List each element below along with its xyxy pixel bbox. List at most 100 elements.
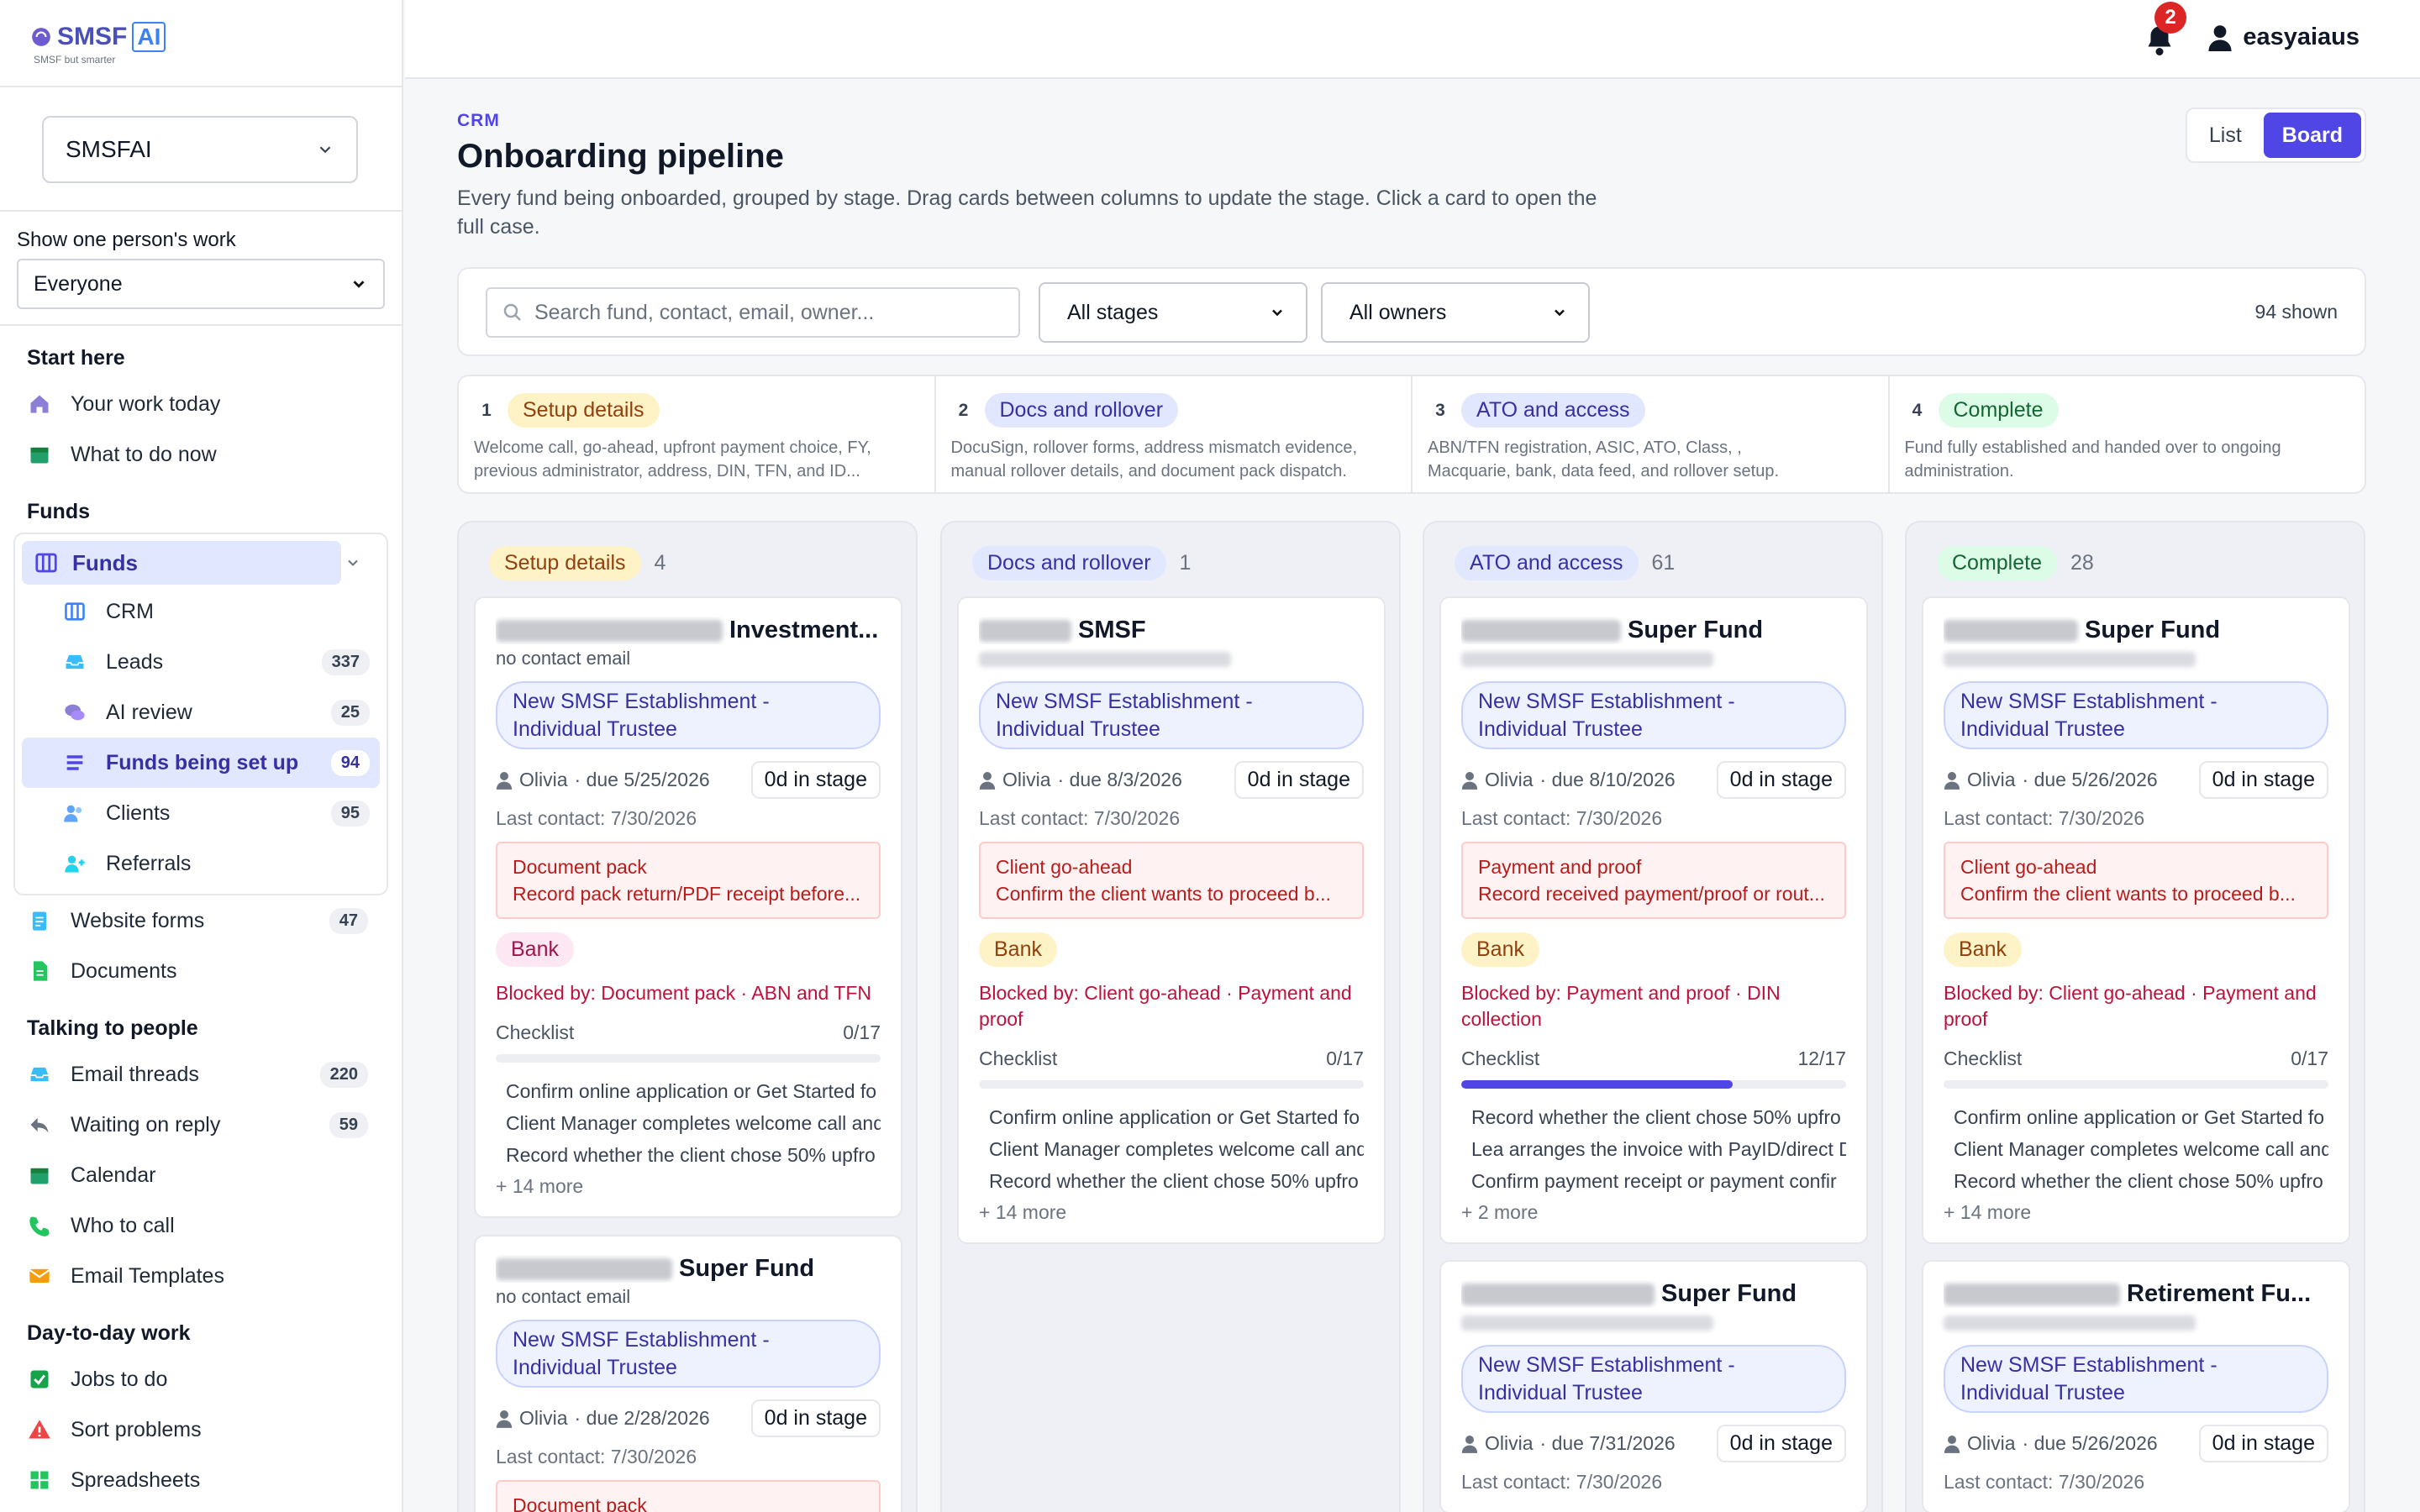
chevron-down-icon[interactable] xyxy=(345,554,361,571)
bank-tag: Bank xyxy=(1944,932,2022,968)
fund-card[interactable]: Super Fund New SMSF Establishment - Indiv… xyxy=(1439,596,1868,1245)
checklist-item: Client Manager completes welcome call an… xyxy=(506,1112,881,1135)
checklist-items: Confirm online application or Get Starte… xyxy=(496,1076,881,1172)
checklist-item: Confirm online application or Get Starte… xyxy=(1954,1106,2325,1129)
sidebar-item-spreadsheets[interactable]: Spreadsheets xyxy=(0,1455,402,1505)
sidebar-item-calendar[interactable]: Calendar xyxy=(0,1150,402,1200)
sidebar-icon xyxy=(27,1367,52,1392)
checklist-item: Record whether the client chose 50% upfr… xyxy=(1471,1106,1841,1129)
search-input[interactable]: Search fund, contact, email, owner... xyxy=(486,287,1020,338)
user-icon xyxy=(496,771,513,790)
alert-title: Document pack xyxy=(513,1494,647,1512)
card-title-text: Investment... xyxy=(729,617,879,643)
checklist-more[interactable]: + 2 more xyxy=(1461,1201,1846,1224)
sidebar-item-who-to-call[interactable]: Who to call xyxy=(0,1200,402,1251)
view-board-button[interactable]: Board xyxy=(2263,113,2361,158)
service-badge: New SMSF Establishment - Individual Trus… xyxy=(979,681,1364,749)
reply-icon xyxy=(30,1117,49,1133)
sidebar-icon xyxy=(27,1062,52,1087)
checklist-more[interactable]: + 14 more xyxy=(496,1175,881,1198)
stage-description: Fund fully established and handed over t… xyxy=(1904,438,2281,457)
days-in-stage: 0d in stage xyxy=(1234,761,1364,799)
stage-pill: Setup details xyxy=(508,393,660,428)
sidebar-item-clients[interactable]: Clients 95 xyxy=(22,788,380,838)
checklist-label: Checklist xyxy=(979,1047,1058,1070)
sidebar-item-waiting-on-reply[interactable]: Waiting on reply 59 xyxy=(0,1100,402,1150)
fund-card[interactable]: Retirement Fu... New SMSF Establishment -… xyxy=(1922,1260,2350,1512)
topbar: 2 easyaiaus xyxy=(405,0,2420,79)
person-select[interactable]: Everyone xyxy=(17,259,385,309)
owner-filter-select[interactable]: All owners xyxy=(1321,282,1590,343)
sidebar-item-label: Spreadsheets xyxy=(71,1467,201,1492)
sidebar-icon xyxy=(62,801,87,826)
breadcrumb[interactable]: CRM xyxy=(457,111,500,131)
count-badge: 337 xyxy=(321,648,370,675)
card-title-text: Retirement Fu... xyxy=(2127,1280,2312,1307)
card-owner: Olivia xyxy=(519,769,568,790)
user-icon xyxy=(1461,1435,1478,1453)
user-icon xyxy=(979,771,996,790)
sidebar-item-email-templates[interactable]: Email Templates xyxy=(0,1251,402,1301)
checklist-items: Confirm online application or Get Starte… xyxy=(1944,1102,2328,1198)
sidebar-item-documents[interactable]: Documents xyxy=(0,946,402,996)
nav-group-funds: Funds xyxy=(27,500,90,523)
card-due: · due 8/10/2026 xyxy=(1539,769,1676,790)
card-contact xyxy=(1461,1311,1846,1335)
sidebar-item-label: Funds being set up xyxy=(106,750,299,774)
sidebar-item-what-to-do-now[interactable]: What to do now xyxy=(0,429,402,480)
fund-card[interactable]: Super Fund New SMSF Establishment - Indiv… xyxy=(1922,596,2350,1245)
sidebar-item-label: Who to call xyxy=(71,1213,175,1237)
column-ato-and-access: ATO and access 61 Super Fund New SMSF Estab… xyxy=(1423,521,1883,1512)
count-badge: 95 xyxy=(330,800,370,827)
checklist-label: Checklist xyxy=(1461,1047,1540,1070)
sidebar-item-label: What to do now xyxy=(71,442,217,466)
redacted-name xyxy=(1461,620,1621,643)
checklist-item: Client Manager completes welcome call an… xyxy=(1954,1138,2328,1161)
sidebar-item-funds-being-set-up[interactable]: Funds being set up 94 xyxy=(22,738,380,788)
funds-toggle[interactable]: Funds xyxy=(22,541,341,585)
redacted-email xyxy=(1944,652,2196,668)
sidebar-item-website-forms[interactable]: Website forms 47 xyxy=(0,895,402,946)
days-in-stage: 0d in stage xyxy=(1716,761,1846,799)
checklist-item: Record whether the client chose 50% upfr… xyxy=(506,1144,876,1167)
sidebar-item-jobs-to-do[interactable]: Jobs to do xyxy=(0,1354,402,1404)
brand-tagline: SMSF but smarter xyxy=(34,54,116,66)
card-contact xyxy=(979,648,1364,671)
fund-card[interactable]: Investment... no contact email New SMSF Es… xyxy=(474,596,902,1219)
user-name: easyaiaus xyxy=(2243,24,2360,50)
sidebar-item-ai-review[interactable]: AI review 25 xyxy=(22,687,380,738)
card-due: · due 5/26/2026 xyxy=(2022,769,2158,790)
stage-number: 4 xyxy=(1912,400,1923,420)
checklist-progress: 0/17 xyxy=(2291,1047,2328,1070)
checklist-more[interactable]: + 14 more xyxy=(1944,1201,2328,1224)
sidebar-item-leads[interactable]: Leads 337 xyxy=(22,637,380,687)
sidebar-item-your-work-today[interactable]: Your work today xyxy=(0,379,402,429)
workspace-select[interactable]: SMSFAI xyxy=(42,116,358,183)
user-menu[interactable]: easyaiaus xyxy=(2207,24,2360,51)
card-owner: Olivia xyxy=(519,1407,568,1429)
page-description: Every fund being onboarded, grouped by s… xyxy=(457,186,1597,239)
stage-filter-select[interactable]: All stages xyxy=(1039,282,1307,343)
brand-name: SMSF xyxy=(57,23,128,50)
fund-card[interactable]: Super Fund New SMSF Establishment - Indiv… xyxy=(1439,1260,1868,1512)
redacted-email xyxy=(1461,1315,1713,1331)
card-due: · due 8/3/2026 xyxy=(1057,769,1182,790)
notification-badge: 2 xyxy=(2154,2,2186,34)
fund-card[interactable]: SMSF New SMSF Establishment - Individual … xyxy=(957,596,1386,1245)
sidebar-item-email-threads[interactable]: Email threads 220 xyxy=(0,1049,402,1100)
checklist-label: Checklist xyxy=(1944,1047,2023,1070)
alert-body: Record received payment/proof or rout... xyxy=(1478,883,1825,906)
card-due: · due 5/25/2026 xyxy=(574,769,710,790)
chevron-down-icon xyxy=(319,146,331,154)
nav-group-start: Start here xyxy=(27,346,125,370)
stage-description: DocuSign, rollover forms, address mismat… xyxy=(950,438,1358,457)
logo[interactable]: SMSF AI SMSF but smarter xyxy=(0,0,402,87)
sidebar-item-crm[interactable]: CRM xyxy=(22,586,380,637)
sidebar-item-sort-problems[interactable]: Sort problems xyxy=(0,1404,402,1455)
card-owner: Olivia xyxy=(1967,1432,2016,1454)
view-list-button[interactable]: List xyxy=(2191,113,2260,158)
sidebar-item-referrals[interactable]: Referrals xyxy=(22,838,380,889)
fund-card[interactable]: Super Fund no contact email New SMSF Estab… xyxy=(474,1235,902,1512)
sidebar-icon xyxy=(27,1467,52,1493)
checklist-more[interactable]: + 14 more xyxy=(979,1201,1364,1224)
